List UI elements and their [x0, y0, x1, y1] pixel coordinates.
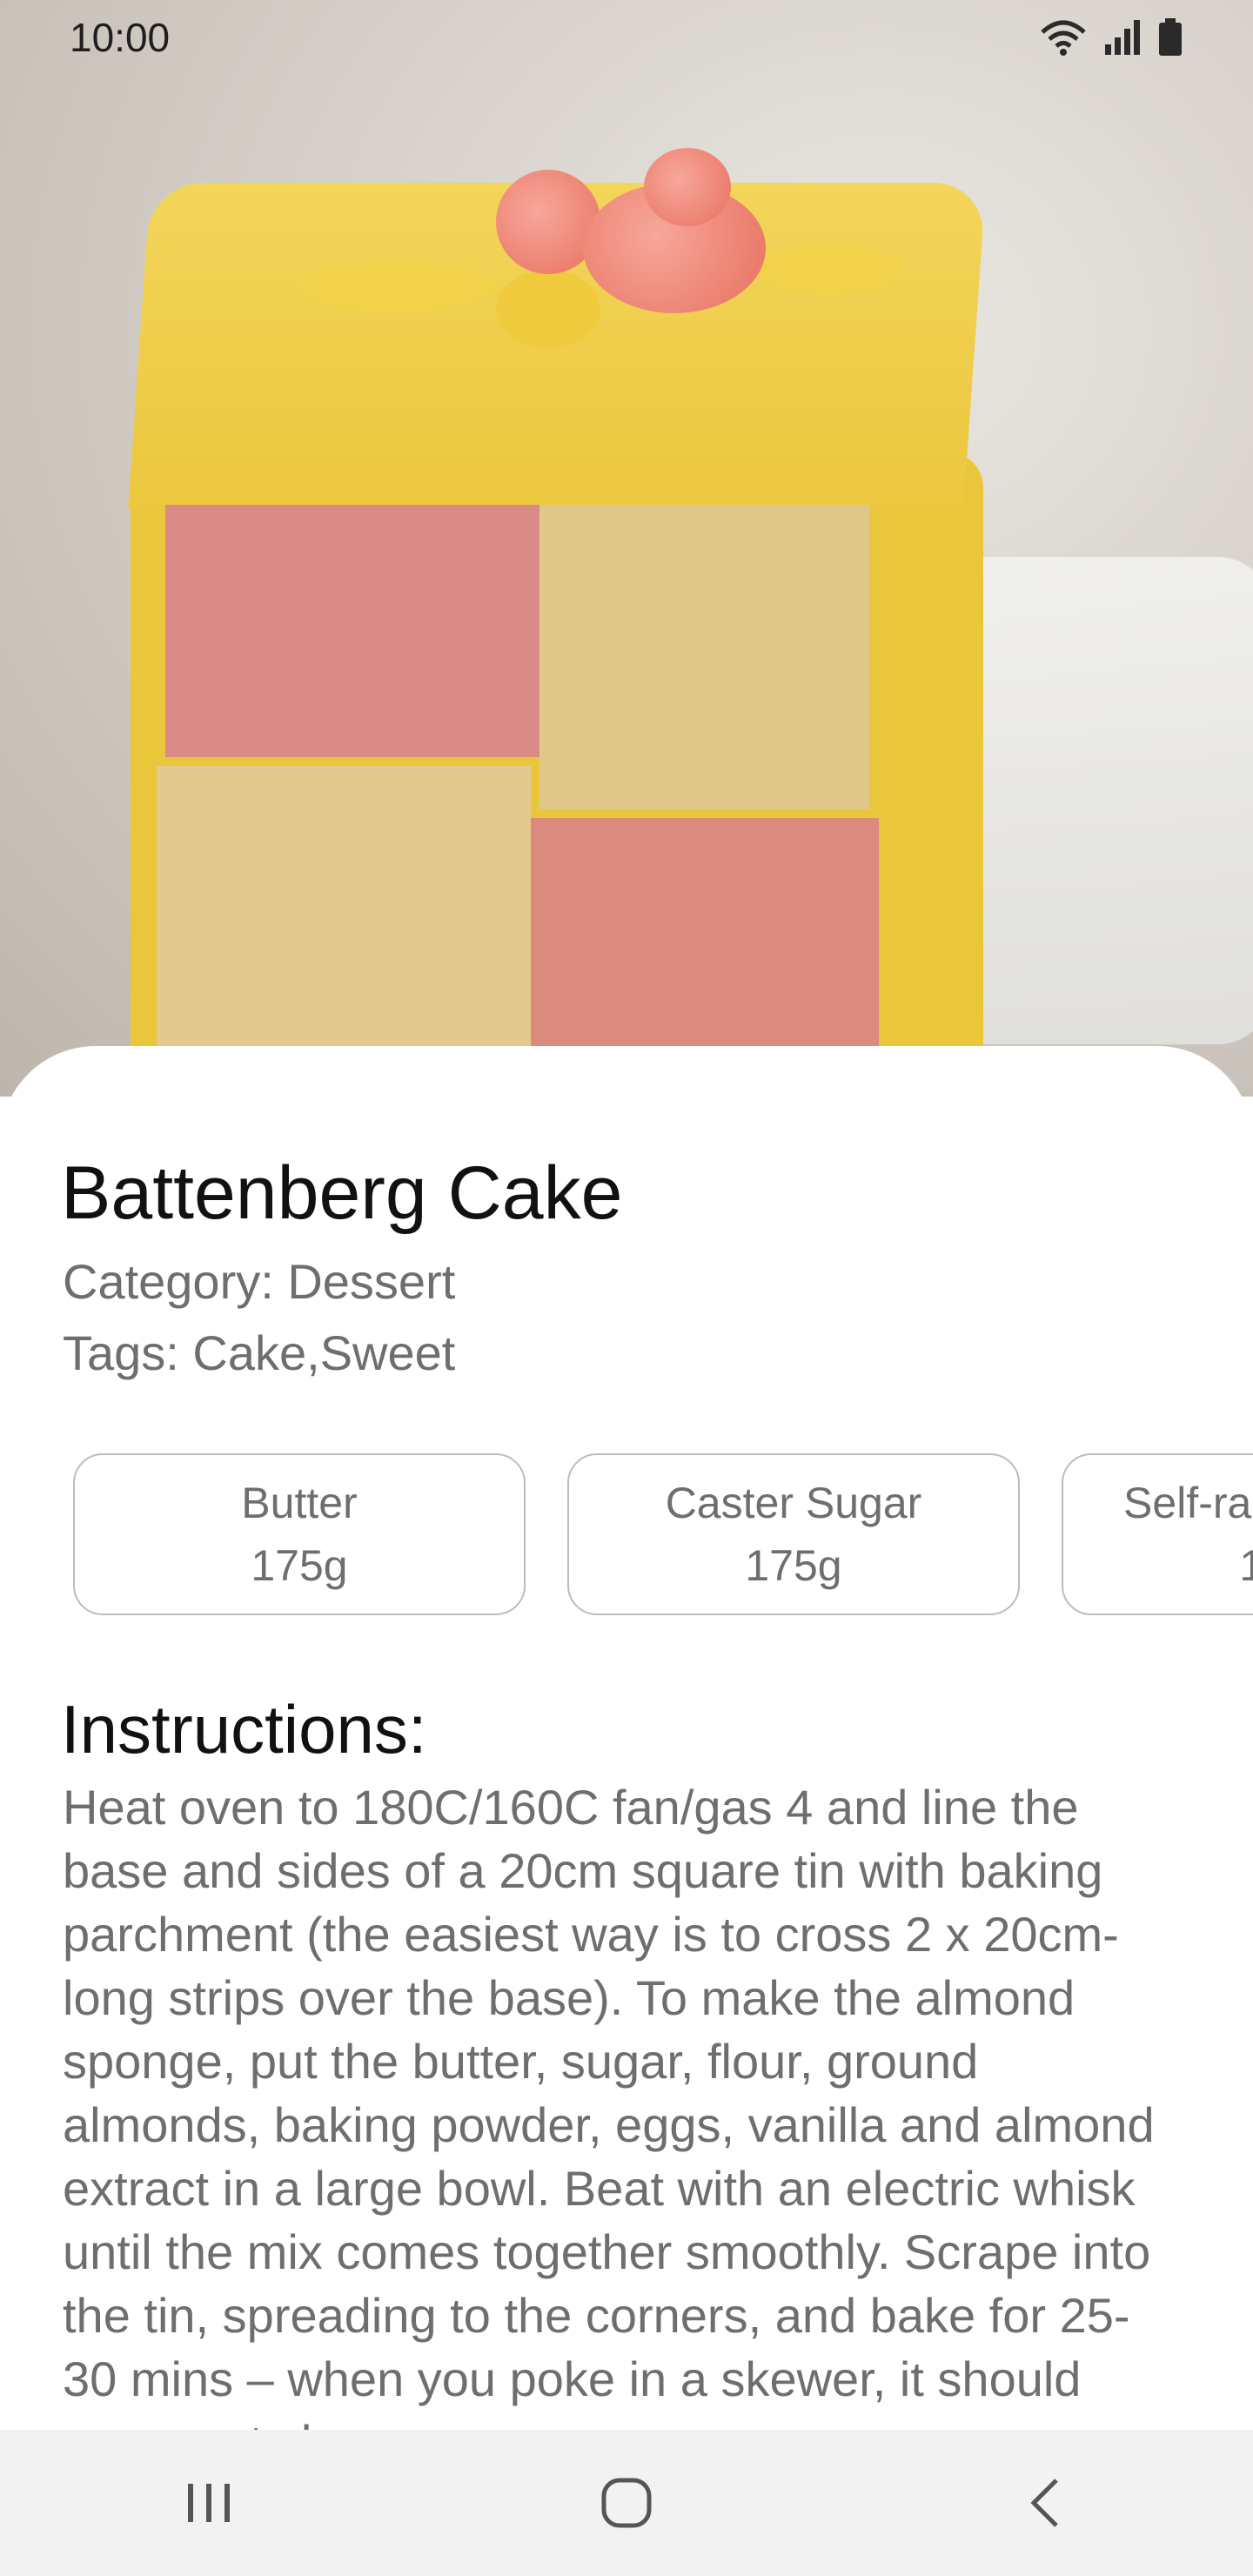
marzipan-leaf [757, 244, 905, 296]
ingredient-amount: 175g [745, 1541, 842, 1590]
status-icons [1039, 18, 1183, 57]
wifi-icon [1041, 20, 1086, 56]
ingredient-amount: 140g [1239, 1541, 1253, 1590]
recipe-details-sheet[interactable]: Battenberg Cake Category: Dessert Tags: … [0, 1046, 1253, 2430]
recipe-tags: Tags: Cake,Sweet [63, 1325, 456, 1380]
instructions-text: Heat oven to 180C/160C fan/gas 4 and lin… [63, 1780, 1155, 2430]
status-time: 10:00 [70, 15, 171, 60]
cake-yellow-square [157, 766, 531, 1079]
recent-apps-button[interactable] [131, 2451, 287, 2555]
recipe-hero-image [0, 0, 1253, 1097]
ingredient-name: Self-raising Flour [1123, 1479, 1253, 1527]
signal-icon [1105, 20, 1140, 55]
ingredient-card[interactable]: Caster Sugar 175g [567, 1453, 1020, 1615]
ingredients-list[interactable]: Butter 175g Caster Sugar 175g Self-raisi… [73, 1453, 1253, 1619]
ingredient-amount: 175g [251, 1541, 348, 1590]
back-button[interactable] [966, 2451, 1122, 2555]
ingredient-card[interactable]: Self-raising Flour 140g [1062, 1453, 1253, 1615]
ingredient-name: Butter [241, 1479, 358, 1527]
cake-yellow-square [539, 505, 870, 809]
ingredient-name: Caster Sugar [665, 1479, 922, 1527]
ingredient-card[interactable]: Butter 175g [73, 1453, 526, 1615]
marzipan-rose [644, 148, 731, 226]
battery-icon [1159, 18, 1182, 56]
recipe-category: Category: Dessert [63, 1254, 456, 1309]
instructions-heading: Instructions: [61, 1691, 427, 1768]
navigation-bar [0, 2430, 1253, 2576]
marzipan-leaf [496, 270, 600, 348]
status-bar: 10:00 [0, 0, 1253, 75]
marzipan-leaf [296, 261, 496, 313]
recent-apps-icon [188, 2484, 230, 2522]
home-button[interactable] [548, 2451, 705, 2555]
home-icon [601, 2478, 652, 2528]
recipe-title: Battenberg Cake [61, 1151, 623, 1235]
cake-pink-square [165, 505, 539, 757]
back-icon [1030, 2479, 1058, 2527]
cake-pink-square [531, 818, 879, 1079]
